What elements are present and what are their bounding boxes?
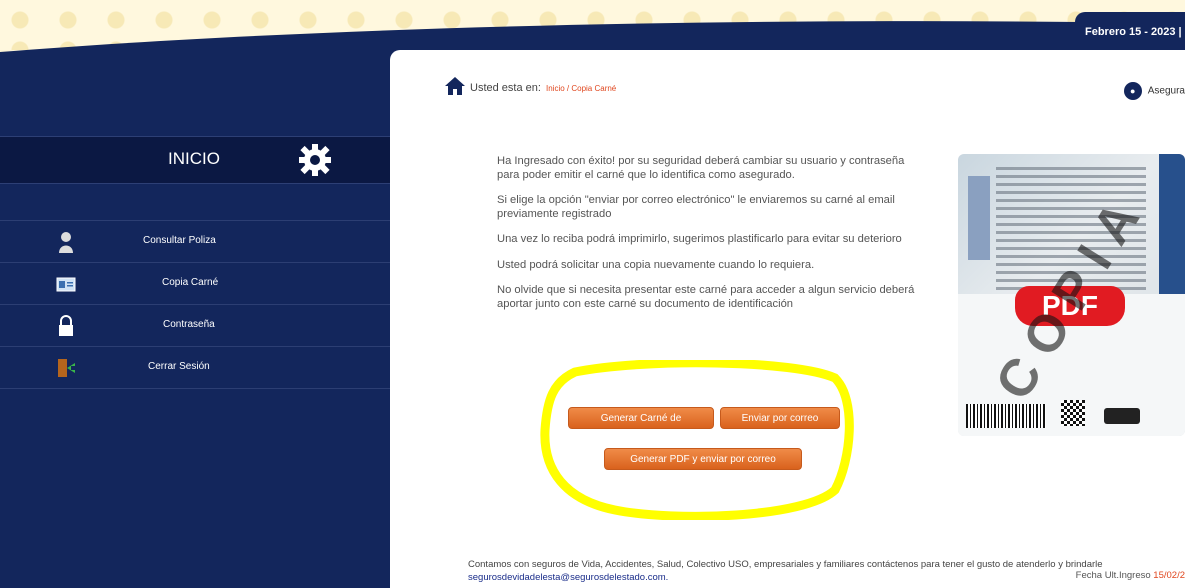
lock-icon [59, 315, 73, 336]
id-card-icon [56, 277, 76, 292]
exit-door-icon [58, 359, 75, 377]
person-icon [59, 232, 73, 253]
footer-email-text: segurosdevidadelesta@segurosdelestado.co… [468, 572, 666, 583]
home-icon[interactable] [444, 76, 466, 96]
sidebar-item-label: Consultar Poliza [143, 235, 216, 246]
breadcrumb-prefix: Usted esta en: [470, 82, 541, 94]
sidebar-title: INICIO [168, 149, 220, 168]
footer-email[interactable]: segurosdevidadelesta@segurosdelestado.co… [468, 571, 1185, 584]
footer: Contamos con seguros de Vida, Accidentes… [468, 558, 1185, 584]
breadcrumb: Usted esta en: Inicio / Copia Carné [445, 77, 616, 95]
sidebar-item-cerrar-sesion[interactable]: Cerrar Sesión [0, 346, 390, 389]
gear-icon[interactable] [295, 142, 335, 178]
sidebar-item-label: Cerrar Sesión [148, 361, 210, 372]
send-email-button[interactable]: Enviar por correo [720, 407, 840, 429]
highlight-annotation [540, 360, 854, 520]
date-text: Febrero 15 - 2023 | 0 [1085, 26, 1185, 38]
sidebar-nav: Consultar Poliza Copia Carné Contraseña [0, 220, 390, 389]
sidebar-item-contrasena[interactable]: Contraseña [0, 304, 390, 346]
user-info[interactable]: ● Asegura [1123, 82, 1185, 100]
message-paragraph: No olvide que si necesita presentar este… [497, 284, 915, 310]
sidebar-item-label: Contraseña [163, 319, 215, 330]
users-icon: ● [1123, 82, 1142, 100]
footer-text: Contamos con seguros de Vida, Accidentes… [468, 559, 1103, 570]
user-label: Asegura [1147, 85, 1185, 97]
breadcrumb-path[interactable]: Inicio / Copia Carné [546, 84, 616, 93]
sidebar-item-consultar-poliza[interactable]: Consultar Poliza [0, 220, 390, 262]
message-paragraph: Ha Ingresado con éxito! por su seguridad… [497, 155, 905, 181]
info-message: Ha Ingresado con éxito! por su seguridad… [497, 155, 922, 323]
sidebar: INICIO Consultar Poliza Copia Carné Cont… [0, 52, 390, 588]
generate-pdf-email-button[interactable]: Generar PDF y enviar por correo [604, 448, 802, 470]
message-paragraph: Usted podrá solicitar una copia nuevamen… [497, 258, 815, 271]
card-preview-image: PDF COPIA [958, 154, 1185, 436]
sidebar-item-label: Copia Carné [162, 277, 219, 288]
sidebar-header[interactable]: INICIO [0, 136, 390, 184]
message-paragraph: Una vez lo reciba podrá imprimirlo, suge… [497, 233, 902, 245]
generate-card-button[interactable]: Generar Carné de asegurado [568, 407, 714, 446]
message-paragraph: Si elige la opción "enviar por correo el… [497, 194, 895, 220]
sidebar-item-copia-carne[interactable]: Copia Carné [0, 262, 390, 304]
